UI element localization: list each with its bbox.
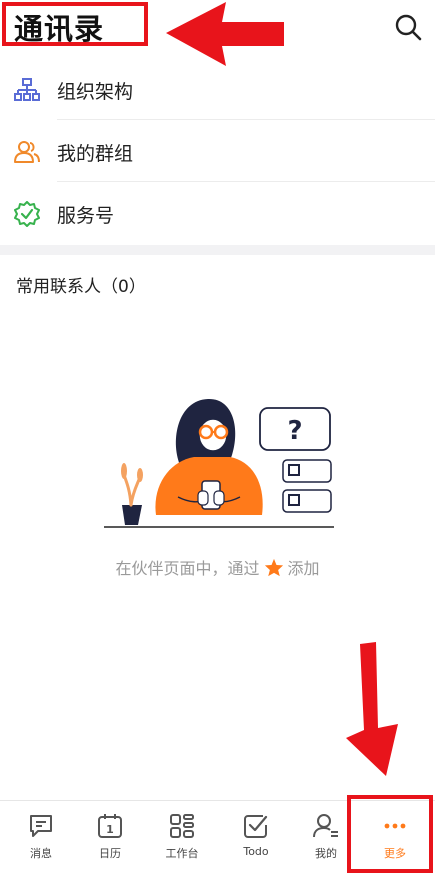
annotation-arrow-down [346, 642, 398, 776]
org-chart-icon [14, 78, 40, 101]
menu-item-service-account[interactable]: 服务号 [0, 182, 435, 244]
verified-badge-icon [14, 201, 40, 227]
tab-calendar[interactable]: 1 日历 [80, 801, 140, 875]
message-icon [30, 815, 52, 837]
empty-state-illustration: ? [104, 398, 334, 528]
frequent-contacts-title: 常用联系人（0） [16, 277, 146, 297]
calendar-day: 1 [106, 823, 114, 836]
menu-item-label: 组织架构 [57, 81, 134, 103]
menu-item-org-chart[interactable]: 组织架构 [0, 58, 435, 120]
tab-messages[interactable]: 消息 [11, 801, 71, 875]
header: 通讯录 [0, 0, 435, 66]
tab-label: 消息 [30, 847, 52, 860]
user-icon [313, 814, 338, 838]
empty-state-text-before: 在伙伴页面中，通过 [115, 559, 260, 578]
tab-label: Todo [243, 845, 269, 858]
tab-label: 工作台 [165, 847, 199, 860]
contacts-menu: 组织架构 我的群组 服务号 [0, 58, 435, 244]
section-gap [0, 245, 435, 255]
more-tab-highlight-box [347, 795, 433, 873]
search-icon[interactable] [393, 12, 423, 42]
group-icon [14, 141, 40, 163]
tab-todo[interactable]: Todo [226, 801, 286, 875]
grid-icon [170, 814, 194, 838]
menu-item-label: 我的群组 [57, 143, 134, 165]
empty-state-hint: 在伙伴页面中，通过 添加 [0, 555, 435, 579]
empty-state-text-after: 添加 [287, 559, 320, 578]
page-title: 通讯录 [14, 12, 105, 46]
checkbox-icon [244, 815, 268, 838]
star-icon [264, 558, 283, 577]
menu-item-my-groups[interactable]: 我的群组 [0, 120, 435, 182]
menu-item-label: 服务号 [57, 205, 115, 227]
tab-workbench[interactable]: 工作台 [152, 801, 212, 875]
calendar-icon: 1 [98, 814, 122, 838]
tab-label: 日历 [99, 847, 121, 860]
question-mark: ? [287, 416, 302, 446]
